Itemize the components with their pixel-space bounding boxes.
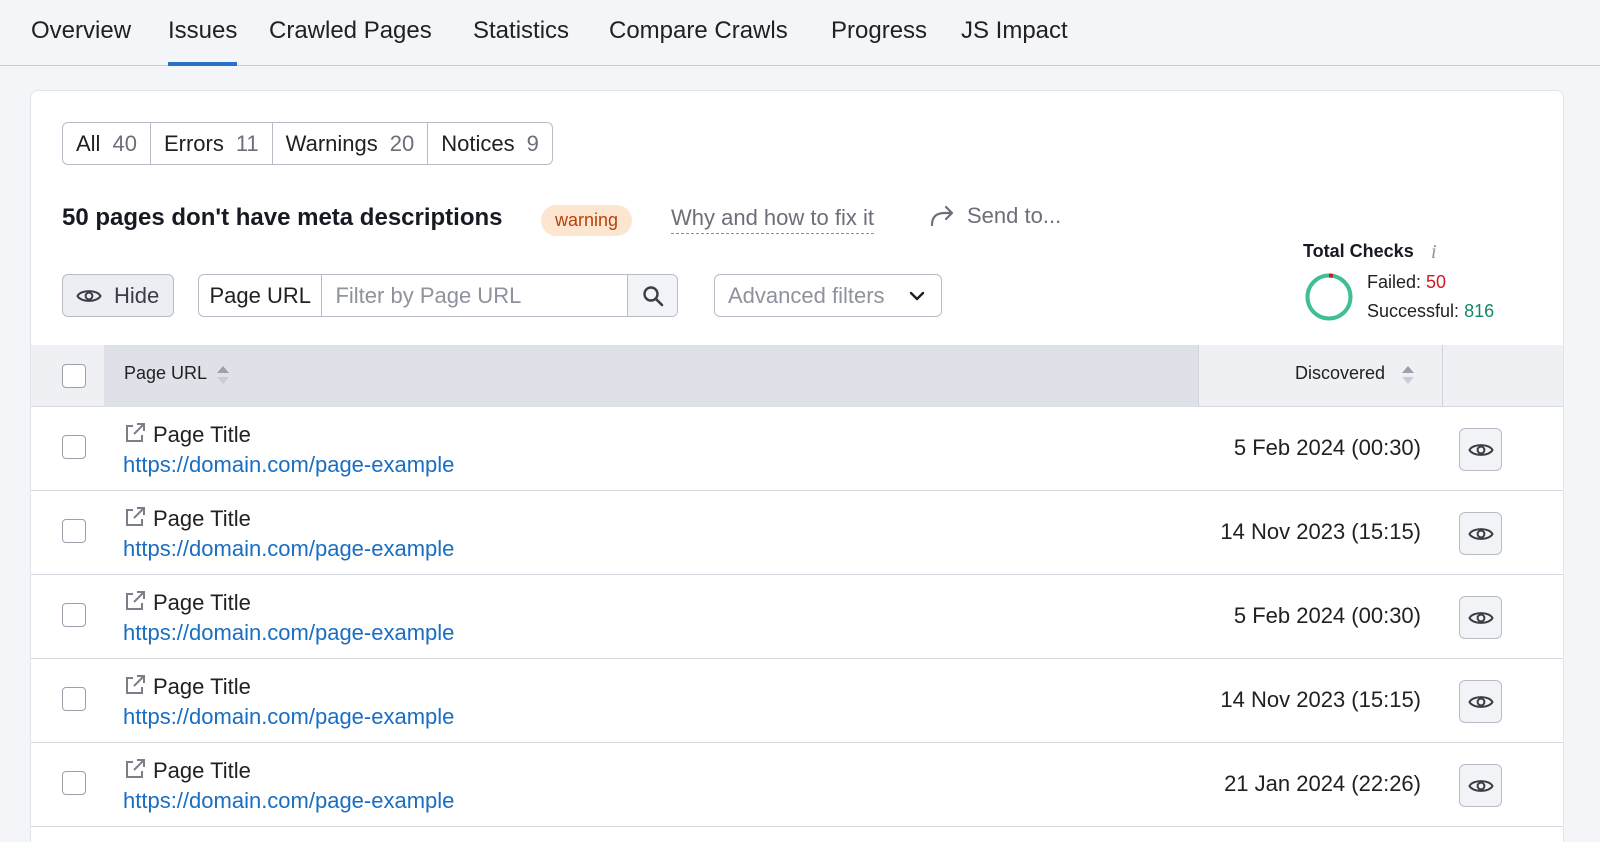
page-url-link[interactable]: https://domain.com/page-example xyxy=(123,452,454,478)
table-row: Page Title https://domain.com/page-examp… xyxy=(31,743,1563,827)
top-nav: Overview Issues Crawled Pages Statistics… xyxy=(0,0,1600,66)
tab-issues[interactable]: Issues xyxy=(168,17,238,66)
page-title[interactable]: Page Title xyxy=(153,590,251,616)
external-link-icon[interactable] xyxy=(124,422,146,444)
row-checkbox[interactable] xyxy=(62,435,86,459)
issues-card: All 40 Errors 11 Warnings 20 Notices 9 5… xyxy=(30,90,1564,842)
view-button[interactable] xyxy=(1459,512,1502,555)
sort-icon[interactable] xyxy=(216,364,230,386)
filter-count: 20 xyxy=(389,130,415,156)
successful-label: Successful: xyxy=(1367,301,1460,321)
send-to-label: Send to... xyxy=(967,203,1062,228)
filter-label: All xyxy=(76,130,101,156)
info-icon[interactable]: i xyxy=(1431,241,1437,264)
filter-label: Errors xyxy=(163,130,224,156)
severity-badge: warning xyxy=(541,205,633,236)
discovered-date: 5 Feb 2024 (00:30) xyxy=(1233,435,1421,460)
url-column-header-bg xyxy=(104,345,1199,407)
page-title[interactable]: Page Title xyxy=(153,758,251,784)
row-checkbox[interactable] xyxy=(62,519,86,543)
eye-icon xyxy=(1467,443,1494,456)
url-filter-group: Page URL xyxy=(198,274,678,317)
external-link-icon[interactable] xyxy=(124,758,146,780)
select-all-checkbox[interactable] xyxy=(62,364,86,388)
issue-type-filter: All 40 Errors 11 Warnings 20 Notices 9 xyxy=(62,122,553,165)
tab-overview[interactable]: Overview xyxy=(31,17,131,66)
page-title[interactable]: Page Title xyxy=(153,674,251,700)
hide-label: Hide xyxy=(114,282,160,308)
filter-label: Notices xyxy=(441,130,515,156)
sort-icon[interactable] xyxy=(1401,364,1415,386)
table-row: Page Title https://domain.com/page-examp… xyxy=(31,407,1563,491)
total-checks-title: Total Checks xyxy=(1303,241,1414,261)
tab-progress[interactable]: Progress xyxy=(831,17,927,66)
column-header-page-url[interactable]: Page URL xyxy=(124,363,207,384)
view-button[interactable] xyxy=(1459,596,1502,639)
advanced-filters-label: Advanced filters xyxy=(728,282,885,308)
discovered-date: 14 Nov 2023 (15:15) xyxy=(1220,687,1421,712)
page-url-link[interactable]: https://domain.com/page-example xyxy=(123,536,454,562)
eye-icon xyxy=(1467,779,1494,792)
eye-icon xyxy=(76,289,102,302)
hide-button[interactable]: Hide xyxy=(62,274,174,317)
filter-notices[interactable]: Notices 9 xyxy=(428,123,552,164)
chevron-down-icon xyxy=(909,291,925,301)
filter-count: 11 xyxy=(235,130,259,156)
search-button[interactable] xyxy=(627,275,677,316)
filter-count: 9 xyxy=(526,130,539,156)
row-checkbox[interactable] xyxy=(62,687,86,711)
successful-checks: Successful: 816 xyxy=(1367,301,1494,322)
external-link-icon[interactable] xyxy=(124,590,146,612)
tab-compare-crawls[interactable]: Compare Crawls xyxy=(609,17,788,66)
tab-statistics[interactable]: Statistics xyxy=(473,17,569,66)
discovered-date: 14 Nov 2023 (15:15) xyxy=(1220,519,1421,544)
filter-warnings[interactable]: Warnings 20 xyxy=(273,123,429,164)
checks-donut-chart xyxy=(1305,273,1353,321)
table-row: Page Title https://domain.com/page-examp… xyxy=(31,491,1563,575)
search-input[interactable] xyxy=(322,275,628,316)
issue-title: 50 pages don't have meta descriptions xyxy=(62,204,503,231)
row-checkbox[interactable] xyxy=(62,771,86,795)
column-header-discovered[interactable]: Discovered xyxy=(1295,363,1385,384)
page-title[interactable]: Page Title xyxy=(153,506,251,532)
tab-js-impact[interactable]: JS Impact xyxy=(961,17,1068,66)
eye-icon xyxy=(1467,695,1494,708)
table-header: Page URL Discovered xyxy=(31,345,1563,407)
eye-icon xyxy=(1467,527,1494,540)
row-checkbox[interactable] xyxy=(62,603,86,627)
search-field-label: Page URL xyxy=(199,275,323,316)
table-row: Page Title https://domain.com/page-examp… xyxy=(31,659,1563,743)
donut-successful-arc xyxy=(1305,273,1353,321)
table-row: Page Title https://domain.com/page-examp… xyxy=(31,575,1563,659)
tab-crawled-pages[interactable]: Crawled Pages xyxy=(269,17,432,66)
share-arrow-icon xyxy=(930,205,954,227)
page-title[interactable]: Page Title xyxy=(153,422,251,448)
failed-checks: Failed: 50 xyxy=(1367,272,1446,293)
page-url-link[interactable]: https://domain.com/page-example xyxy=(123,620,454,646)
page-url-link[interactable]: https://domain.com/page-example xyxy=(123,788,454,814)
search-icon xyxy=(642,285,663,306)
page-url-link[interactable]: https://domain.com/page-example xyxy=(123,704,454,730)
column-divider xyxy=(1442,345,1443,407)
view-button[interactable] xyxy=(1459,428,1502,471)
failed-label: Failed: xyxy=(1367,272,1422,292)
view-button[interactable] xyxy=(1459,764,1502,807)
filter-all[interactable]: All 40 xyxy=(63,123,151,164)
external-link-icon[interactable] xyxy=(124,506,146,528)
eye-icon xyxy=(1467,611,1494,624)
successful-value: 816 xyxy=(1464,301,1495,321)
filter-errors[interactable]: Errors 11 xyxy=(151,123,273,164)
filter-count: 40 xyxy=(112,130,137,156)
failed-value: 50 xyxy=(1426,272,1447,292)
view-button[interactable] xyxy=(1459,680,1502,723)
advanced-filters-dropdown[interactable]: Advanced filters xyxy=(714,274,942,317)
send-to-button[interactable]: Send to... xyxy=(929,203,1061,229)
discovered-date: 21 Jan 2024 (22:26) xyxy=(1224,771,1421,796)
discovered-date: 5 Feb 2024 (00:30) xyxy=(1233,603,1421,628)
filter-label: Warnings xyxy=(285,130,378,156)
why-and-how-link[interactable]: Why and how to fix it xyxy=(671,205,874,234)
external-link-icon[interactable] xyxy=(124,674,146,696)
